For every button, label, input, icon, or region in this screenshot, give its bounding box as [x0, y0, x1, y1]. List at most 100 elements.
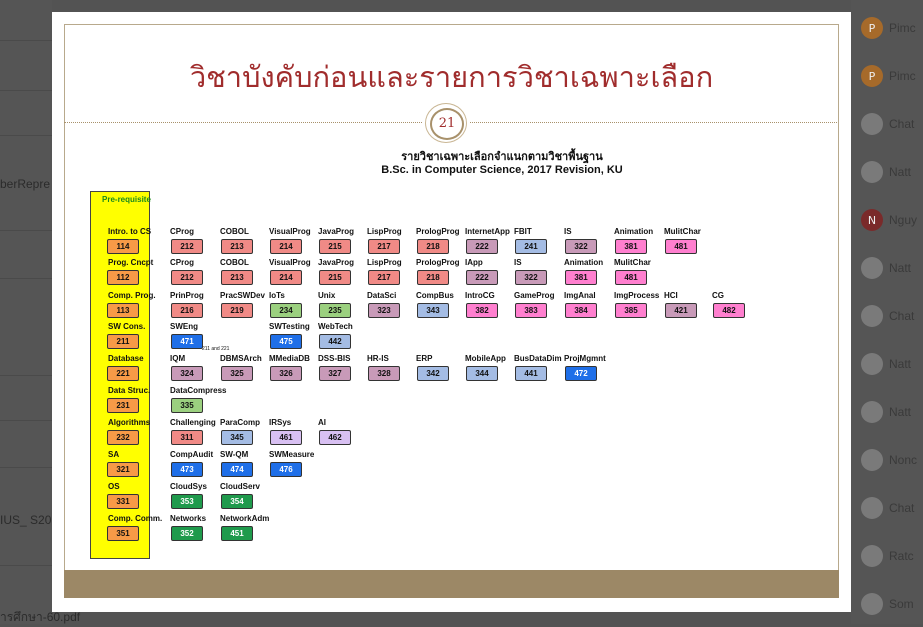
course-code-box: 385: [615, 303, 647, 318]
chat-list-item[interactable]: Chat: [861, 496, 914, 520]
course-name: MMediaDB: [269, 354, 310, 363]
course-name: IS: [564, 227, 572, 236]
course-code-box: 382: [466, 303, 498, 318]
course-name: Challenging: [170, 418, 216, 427]
prerequisite-header: Pre-requisite: [102, 195, 151, 204]
chat-list-item[interactable]: N Nguy: [861, 208, 917, 232]
chat-list-item[interactable]: Natt: [861, 160, 911, 184]
divider: [470, 122, 837, 123]
chat-list-item[interactable]: Som: [861, 592, 914, 616]
course-code-box: 235: [319, 303, 351, 318]
chat-list-item[interactable]: Chat: [861, 112, 914, 136]
prerequisite-code-box: 211: [107, 334, 139, 349]
course-name: GameProg: [514, 291, 555, 300]
course-name: DSS-BIS: [318, 354, 351, 363]
course-name: CompAudit: [170, 450, 214, 459]
divider: [64, 122, 422, 123]
chat-list-item[interactable]: P Pimc: [861, 64, 916, 88]
course-code-box: 472: [565, 366, 597, 381]
course-name: IoTs: [269, 291, 285, 300]
divider: [0, 90, 52, 91]
avatar: [861, 497, 883, 519]
avatar: [861, 593, 883, 615]
course-name: Animation: [614, 227, 654, 236]
course-name: NetworkAdm: [220, 514, 270, 523]
course-code-box: 381: [565, 270, 597, 285]
course-name: PracSWDev: [220, 291, 265, 300]
chat-list-item[interactable]: Natt: [861, 400, 911, 424]
prerequisite-code-box: 232: [107, 430, 139, 445]
course-name: CloudServ: [220, 482, 261, 491]
course-name: VisualProg: [269, 258, 311, 267]
course-code-box: 441: [515, 366, 547, 381]
chat-name: Chat: [889, 309, 915, 323]
course-code-box: 352: [171, 526, 203, 541]
page-number: 21: [430, 108, 464, 140]
course-name: IntroCG: [465, 291, 495, 300]
chat-name: Ratc: [889, 549, 914, 563]
course-name: HCI: [664, 291, 678, 300]
file-name[interactable]: IUS_ S20: [0, 513, 51, 527]
slide-title: วิชาบังคับก่อนและรายการวิชาเฉพาะเลือก: [189, 60, 714, 94]
chat-name: Chat: [889, 117, 915, 131]
course-code-box: 216: [171, 303, 203, 318]
course-name: DBMSArch: [220, 354, 262, 363]
prerequisite-code-box: 114: [107, 239, 139, 254]
subtitle-thai: รายวิชาเฉพาะเลือกจำแนกตามวิชาพื้นฐาน: [401, 151, 603, 163]
chat-list-item[interactable]: Natt: [861, 352, 911, 376]
course-name: SWTesting: [269, 322, 310, 331]
course-code-box: 217: [368, 239, 400, 254]
course-code-box: 214: [270, 239, 302, 254]
course-name: ERP: [416, 354, 433, 363]
course-name: AI: [318, 418, 326, 427]
divider: [0, 135, 52, 136]
avatar: [861, 305, 883, 327]
course-code-box: 326: [270, 366, 302, 381]
course-code-box: 384: [565, 303, 597, 318]
course-name: JavaProg: [318, 227, 355, 236]
chat-list-item[interactable]: Chat: [861, 304, 914, 328]
course-name: PrologProg: [416, 258, 460, 267]
course-name: BusDataDim: [514, 354, 562, 363]
prerequisite-name: Prog. Cncpt: [108, 258, 154, 267]
course-name: CloudSys: [170, 482, 207, 491]
course-name: HR-IS: [367, 354, 389, 363]
course-name: CProg: [170, 258, 194, 267]
avatar: P: [861, 17, 883, 39]
course-code-box: 475: [270, 334, 302, 349]
file-name[interactable]: berRepre: [0, 177, 50, 191]
prerequisite-code-box: 112: [107, 270, 139, 285]
course-code-box: 482: [713, 303, 745, 318]
chat-name: Natt: [889, 357, 912, 371]
prerequisite-name: Data Struc.: [108, 386, 151, 395]
chat-list-item[interactable]: Ratc: [861, 544, 914, 568]
chat-name: Natt: [889, 261, 912, 275]
course-name: ParaComp: [220, 418, 261, 427]
avatar: P: [861, 65, 883, 87]
prerequisite-code-box: 231: [107, 398, 139, 413]
avatar: [861, 449, 883, 471]
prerequisite-code-box: 331: [107, 494, 139, 509]
course-name: SW-QM: [220, 450, 249, 459]
course-code-box: 219: [221, 303, 253, 318]
course-name: PrinProg: [170, 291, 204, 300]
course-name: CG: [712, 291, 724, 300]
avatar: [861, 113, 883, 135]
chat-list-item[interactable]: P Pimc: [861, 16, 916, 40]
course-code-box: 218: [417, 239, 449, 254]
course-code-box: 325: [221, 366, 253, 381]
course-code-box: 311: [171, 430, 203, 445]
chat-list-item[interactable]: Nonc: [861, 448, 917, 472]
avatar: [861, 353, 883, 375]
course-code-box: 234: [270, 303, 302, 318]
chat-list-item[interactable]: Natt: [861, 256, 911, 280]
course-code-box: 461: [270, 430, 302, 445]
slide-footer-bar: [64, 570, 839, 598]
course-code-box: 327: [319, 366, 351, 381]
course-name: WebTech: [318, 322, 353, 331]
prerequisite-name: Database: [108, 354, 144, 363]
course-name: SWEng: [170, 322, 198, 331]
avatar: N: [861, 209, 883, 231]
course-name: IS: [514, 258, 522, 267]
prerequisite-code-box: 321: [107, 462, 139, 477]
